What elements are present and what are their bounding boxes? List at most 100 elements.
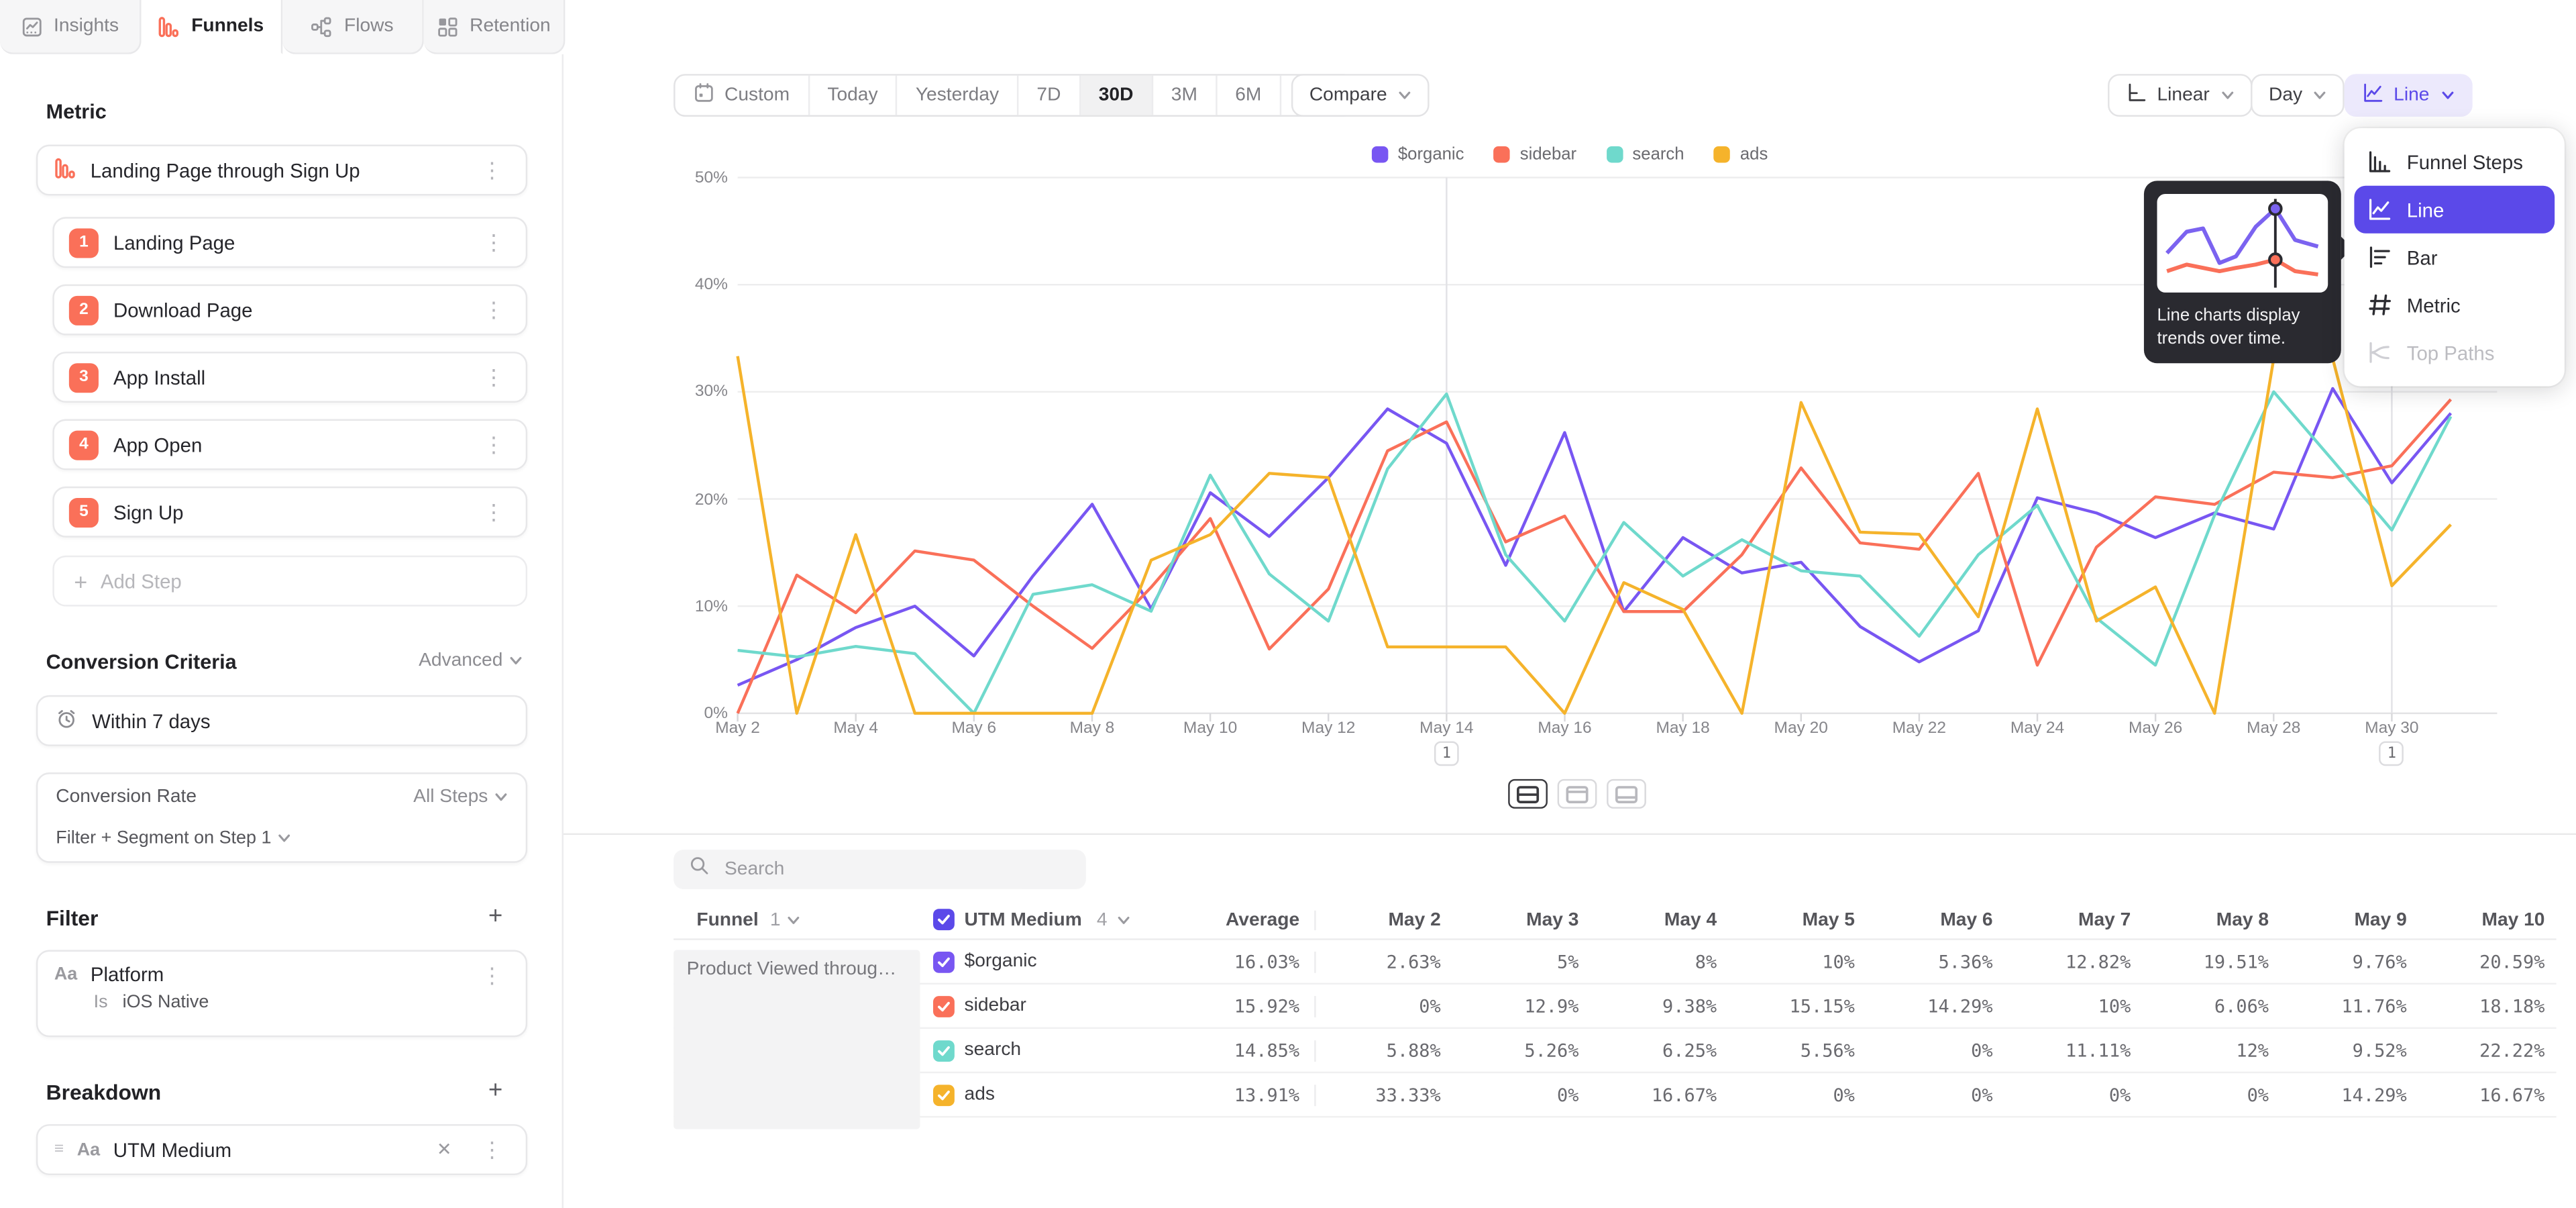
cell-value: 11.76% — [2280, 995, 2418, 1017]
segment-on-step-toggle[interactable]: Filter + Segment on Step 1 — [56, 828, 507, 848]
close-icon[interactable]: ✕ — [437, 1139, 452, 1160]
kebab-icon[interactable]: ⋮ — [476, 366, 511, 388]
kebab-icon[interactable]: ⋮ — [475, 1139, 509, 1160]
funnel-column-header[interactable]: Funnel1 — [674, 910, 933, 929]
menu-item-funnel-steps[interactable]: Funnel Steps — [2354, 138, 2555, 186]
funnel-step-1[interactable]: 1Landing Page⋮ — [52, 217, 527, 268]
range-today[interactable]: Today — [809, 76, 897, 115]
cell-value: 0% — [1728, 1084, 1866, 1105]
advanced-toggle[interactable]: Advanced — [419, 651, 523, 670]
range-custom[interactable]: Custom — [676, 76, 810, 115]
tab-insights[interactable]: Insights — [0, 0, 142, 54]
legend-item-search[interactable]: search — [1606, 145, 1684, 164]
funnel-step-4[interactable]: 4App Open⋮ — [52, 419, 527, 470]
view-toggle-panel-top[interactable] — [1558, 779, 1597, 809]
menu-item-line[interactable]: Line — [2354, 186, 2555, 234]
row-checkbox[interactable] — [933, 1084, 955, 1105]
series-search[interactable] — [738, 392, 2451, 713]
cell-value: 12.9% — [1452, 995, 1591, 1017]
table-row-organic[interactable]: $organic16.03%2.63%5%8%10%5.36%12.82%19.… — [674, 940, 2557, 985]
table-row-search[interactable]: search14.85%5.88%5.26%6.25%5.56%0%11.11%… — [674, 1029, 2557, 1073]
legend-item-organic[interactable]: $organic — [1372, 145, 1464, 164]
tab-label: Funnels — [191, 16, 264, 36]
view-toggle-split-horizontal[interactable] — [1508, 779, 1548, 809]
cell-value: 16.67% — [2418, 1084, 2557, 1105]
filter-operator[interactable]: Is — [94, 993, 108, 1012]
tab-flows[interactable]: Flows — [282, 0, 424, 54]
funnel-step-5[interactable]: 5Sign Up⋮ — [52, 487, 527, 538]
conversion-rate-scope[interactable]: All Steps — [413, 787, 508, 807]
interval-button[interactable]: Day — [2251, 74, 2345, 117]
menu-item-bar[interactable]: Bar — [2354, 234, 2555, 281]
column-header-may-6[interactable]: May 6 — [1866, 910, 2004, 929]
metric-card[interactable]: Landing Page through Sign Up ⋮ — [36, 145, 527, 196]
series-organic[interactable] — [738, 389, 2451, 685]
cell-value: 18.18% — [2418, 995, 2557, 1017]
x-axis-label: May 26 — [2106, 720, 2205, 738]
table-row-sidebar[interactable]: sidebar15.92%0%12.9%9.38%15.15%14.29%10%… — [674, 985, 2557, 1029]
kebab-icon[interactable]: ⋮ — [475, 160, 509, 181]
chart-type-button[interactable]: Line — [2345, 74, 2472, 117]
range-label: Yesterday — [916, 85, 999, 105]
column-header-may-7[interactable]: May 7 — [2004, 910, 2143, 929]
compare-button[interactable]: Compare — [1291, 74, 1430, 117]
legend-swatch — [1494, 146, 1510, 162]
column-header-may-5[interactable]: May 5 — [1728, 910, 1866, 929]
tab-funnels[interactable]: Funnels — [142, 0, 283, 54]
filter-card[interactable]: Aa Platform ⋮ Is iOS Native — [36, 950, 527, 1038]
kebab-icon[interactable]: ⋮ — [476, 501, 511, 523]
kebab-icon[interactable]: ⋮ — [476, 299, 511, 321]
column-header-may-3[interactable]: May 3 — [1452, 910, 1591, 929]
annotation-chip[interactable]: 1 — [2379, 741, 2404, 766]
add-filter-button[interactable]: + — [488, 904, 502, 929]
range-30d[interactable]: 30D — [1081, 76, 1153, 115]
column-header-may-4[interactable]: May 4 — [1591, 910, 1729, 929]
tab-label: Flows — [344, 16, 394, 36]
scale-button[interactable]: Linear — [2108, 74, 2252, 117]
column-header-may-10[interactable]: May 10 — [2418, 910, 2557, 929]
row-checkbox[interactable] — [933, 951, 955, 972]
property-type-icon: Aa — [54, 965, 77, 985]
search-input[interactable] — [721, 858, 1071, 880]
add-step-button[interactable]: + Add Step — [52, 556, 527, 607]
funnel-col-count: 1 — [770, 910, 781, 929]
tab-retention[interactable]: Retention — [424, 0, 566, 54]
table-row-ads[interactable]: ads13.91%33.33%0%16.67%0%0%0%0%14.29%16.… — [674, 1073, 2557, 1117]
row-checkbox[interactable] — [933, 995, 955, 1017]
table-header-row: Funnel1UTM Medium4AverageMay 2May 3May 4… — [674, 901, 2557, 940]
step-number-badge: 2 — [69, 295, 99, 325]
breakdown-column-header[interactable]: UTM Medium4 — [933, 909, 1150, 930]
menu-item-metric[interactable]: Metric — [2354, 281, 2555, 329]
row-checkbox[interactable] — [933, 1040, 955, 1061]
series-ads[interactable] — [738, 356, 2451, 713]
column-header-average[interactable]: Average — [1150, 910, 1314, 929]
filter-value[interactable]: iOS Native — [123, 993, 209, 1012]
kebab-icon[interactable]: ⋮ — [475, 964, 509, 985]
kebab-icon[interactable]: ⋮ — [476, 434, 511, 456]
column-header-may-8[interactable]: May 8 — [2142, 910, 2280, 929]
row-segment-cell: search — [933, 1040, 1150, 1061]
range-3m[interactable]: 3M — [1153, 76, 1217, 115]
range-yesterday[interactable]: Yesterday — [898, 76, 1019, 115]
range-6m[interactable]: 6M — [1217, 76, 1281, 115]
range-7d[interactable]: 7D — [1018, 76, 1080, 115]
conversion-window-card[interactable]: Within 7 days — [36, 695, 527, 746]
kebab-icon[interactable]: ⋮ — [476, 232, 511, 253]
legend-item-ads[interactable]: ads — [1714, 145, 1768, 164]
drag-handle-icon[interactable]: ≡ — [54, 1141, 64, 1159]
annotation-chip[interactable]: 1 — [1434, 741, 1459, 766]
breakdown-card[interactable]: ≡ Aa UTM Medium ✕ ⋮ — [36, 1124, 527, 1175]
add-breakdown-button[interactable]: + — [488, 1078, 502, 1103]
select-all-checkbox[interactable] — [933, 909, 955, 930]
conversion-criteria-heading: Conversion Criteria — [46, 651, 237, 674]
column-header-may-9[interactable]: May 9 — [2280, 910, 2418, 929]
funnel-step-3[interactable]: 3App Install⋮ — [52, 352, 527, 403]
cell-value: 9.52% — [2280, 1040, 2418, 1061]
cell-value: 19.51% — [2142, 951, 2280, 972]
funnel-name-cell[interactable]: Product Viewed through P... — [674, 950, 920, 1129]
legend-item-sidebar[interactable]: sidebar — [1494, 145, 1577, 164]
funnel-step-2[interactable]: 2Download Page⋮ — [52, 285, 527, 336]
column-header-may-2[interactable]: May 2 — [1314, 910, 1452, 929]
view-toggle-panel-bottom[interactable] — [1607, 779, 1646, 809]
filter-property: Platform — [91, 963, 164, 986]
